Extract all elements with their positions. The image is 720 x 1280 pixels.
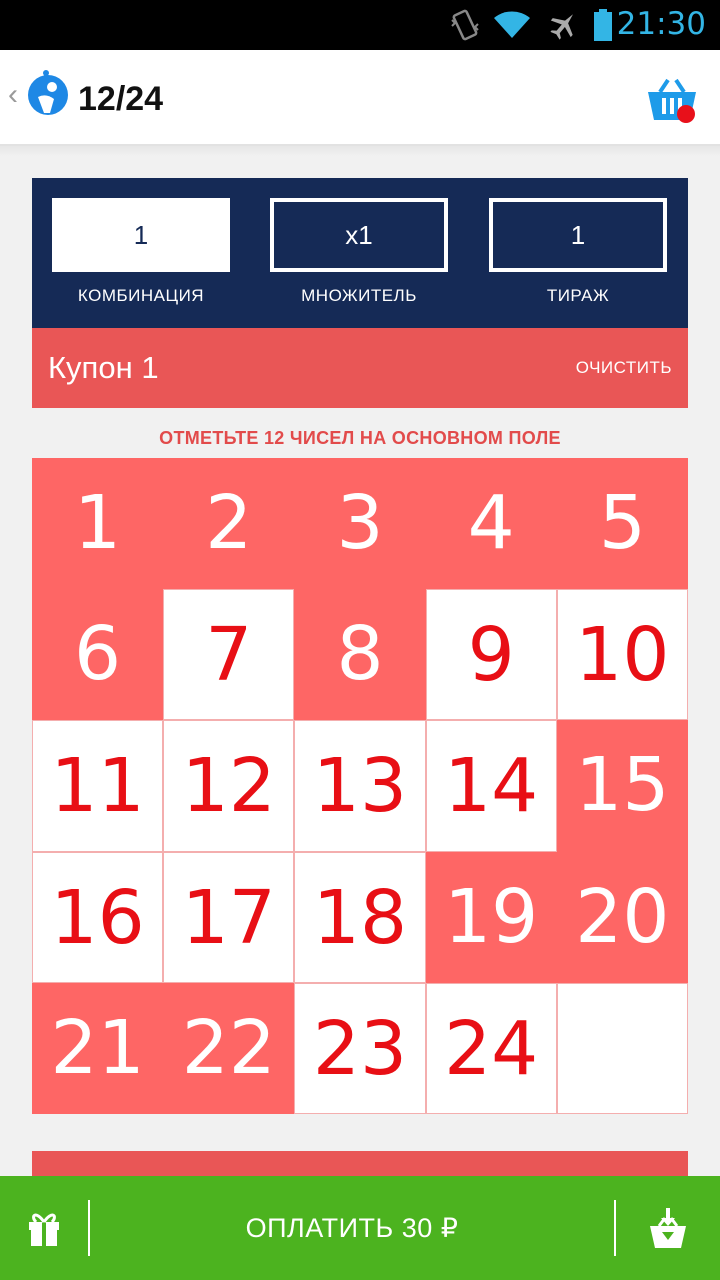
number-cell-4[interactable]: 4: [425, 458, 557, 590]
app-header: ‹ 12/24: [0, 50, 720, 146]
number-grid: 1 2 3 4 5 6 7 8 9 10 11 12 13 14 15 16 17 18 19 20 21 22 23 24: [32, 458, 688, 1114]
number-cell-8[interactable]: 8: [294, 589, 426, 721]
number-cell-11[interactable]: 11: [32, 720, 164, 852]
empty-cell: [556, 982, 688, 1114]
multiplier-field[interactable]: x1: [270, 198, 448, 272]
status-bar: 21:30: [0, 0, 720, 50]
pay-bar: ОПЛАТИТЬ 30 ₽: [0, 1176, 720, 1280]
shopping-basket-icon[interactable]: [646, 76, 698, 124]
number-cell-17[interactable]: 17: [163, 851, 295, 983]
number-cell-12[interactable]: 12: [163, 720, 295, 852]
battery-icon: [594, 9, 612, 41]
number-cell-20[interactable]: 20: [556, 851, 688, 983]
divider: [614, 1200, 616, 1256]
page-title: 12/24: [78, 80, 164, 118]
number-cell-13[interactable]: 13: [294, 720, 426, 852]
gift-icon[interactable]: [26, 1208, 62, 1248]
draws-field[interactable]: 1: [489, 198, 667, 272]
selection-hint: ОТМЕТЬТЕ 12 ЧИСЕЛ НА ОСНОВНОМ ПОЛЕ: [159, 428, 561, 448]
basket-download-icon[interactable]: [648, 1206, 688, 1250]
airplane-icon: [550, 14, 573, 40]
vibrate-icon: [451, 9, 479, 41]
clock: 21:30: [616, 6, 706, 42]
number-cell-15[interactable]: 15: [556, 720, 688, 852]
number-cell-23[interactable]: 23: [294, 982, 426, 1114]
pay-button[interactable]: ОПЛАТИТЬ 30 ₽: [90, 1176, 614, 1280]
coupon-header: Купон 1 ОЧИСТИТЬ: [32, 328, 688, 408]
ticket-options-panel: 1 КОМБИНАЦИЯ x1 МНОЖИТЕЛЬ 1 ТИРАЖ: [32, 178, 688, 328]
number-cell-10[interactable]: 10: [556, 589, 688, 721]
number-cell-3[interactable]: 3: [294, 458, 426, 590]
multiplier-label: МНОЖИТЕЛЬ: [301, 286, 417, 305]
combination-label: КОМБИНАЦИЯ: [77, 286, 205, 305]
number-cell-7[interactable]: 7: [163, 589, 295, 721]
draws-label: ТИРАЖ: [546, 286, 610, 305]
back-chevron-icon[interactable]: ‹: [8, 80, 18, 110]
clear-button[interactable]: ОЧИСТИТЬ: [576, 358, 672, 378]
wifi-icon: [494, 11, 530, 38]
number-cell-22[interactable]: 22: [163, 982, 295, 1114]
number-cell-14[interactable]: 14: [425, 720, 557, 852]
number-cell-24[interactable]: 24: [425, 982, 557, 1114]
number-cell-6[interactable]: 6: [32, 589, 164, 721]
coupon-title: Купон 1: [48, 350, 159, 385]
number-cell-1[interactable]: 1: [32, 458, 164, 590]
header-shadow: [0, 146, 720, 156]
number-cell-19[interactable]: 19: [425, 851, 557, 983]
number-cell-16[interactable]: 16: [32, 851, 164, 983]
number-cell-5[interactable]: 5: [556, 458, 688, 590]
number-cell-9[interactable]: 9: [425, 589, 557, 721]
number-cell-21[interactable]: 21: [32, 982, 164, 1114]
number-cell-18[interactable]: 18: [294, 851, 426, 983]
number-cell-2[interactable]: 2: [163, 458, 295, 590]
lottery-logo-icon[interactable]: [22, 69, 70, 117]
combination-field[interactable]: 1: [52, 198, 230, 272]
